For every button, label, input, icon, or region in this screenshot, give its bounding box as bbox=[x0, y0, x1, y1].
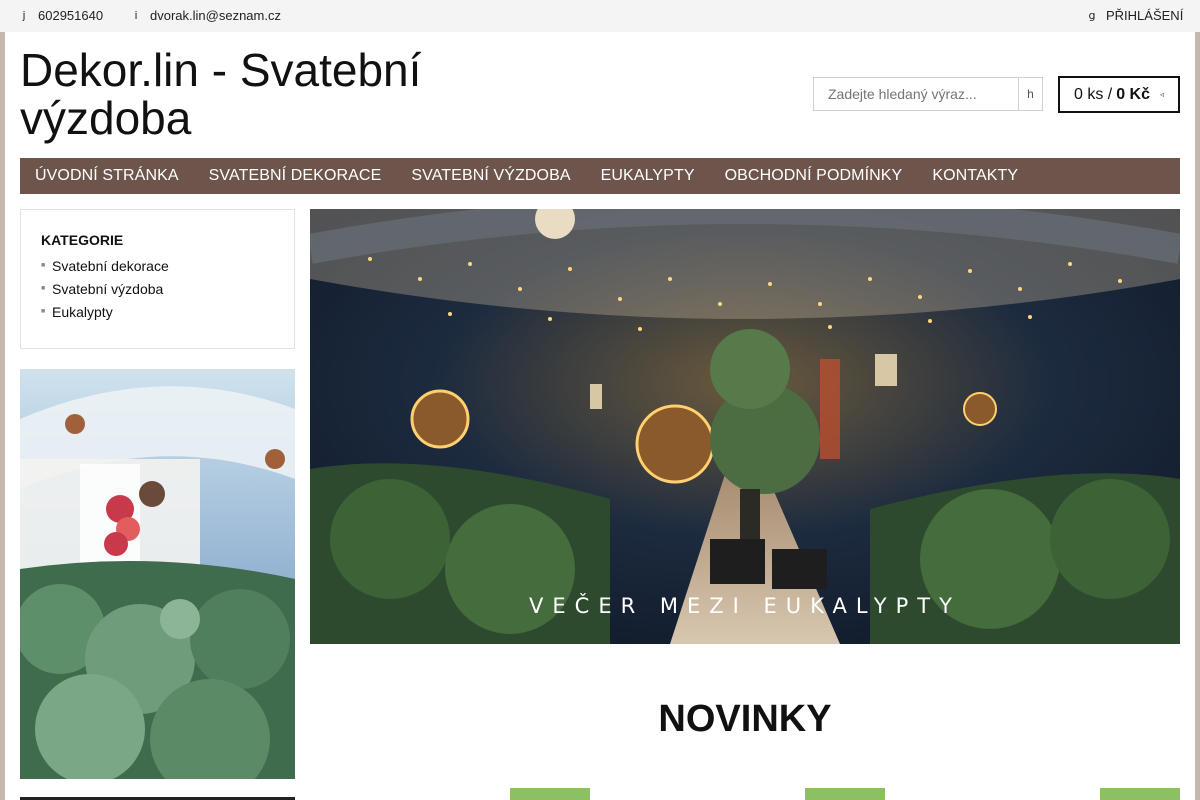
hero-banner[interactable]: VEČER MEZI EUKALYPTY bbox=[310, 209, 1180, 644]
login-link[interactable]: g PŘIHLÁŠENÍ bbox=[1088, 8, 1184, 23]
main-navigation: ÚVODNÍ STRÁNKA SVATEBNÍ DEKORACE SVATEBN… bbox=[20, 158, 1180, 194]
nav-item-contacts[interactable]: KONTAKTY bbox=[932, 167, 1018, 185]
category-label[interactable]: Eukalypty bbox=[52, 304, 113, 320]
cart-total: 0 Kč bbox=[1116, 85, 1150, 103]
category-label[interactable]: Svatební výzdoba bbox=[52, 281, 163, 297]
cart-count: 0 ks / bbox=[1073, 85, 1113, 103]
cart-button[interactable]: 0 ks / 0 Kč ◃ bbox=[1058, 76, 1180, 113]
bullet-icon: ■ bbox=[41, 285, 46, 292]
section-title-new-products: NOVINKY bbox=[658, 698, 832, 740]
greenhouse-photo bbox=[20, 369, 295, 779]
product-badge bbox=[510, 788, 590, 800]
hero-caption: VEČER MEZI EUKALYPTY bbox=[529, 594, 961, 618]
bullet-icon: ■ bbox=[41, 308, 46, 315]
product-badge bbox=[805, 788, 885, 800]
search-form: h bbox=[813, 77, 1043, 111]
bullet-icon: ■ bbox=[41, 262, 46, 269]
nav-item-wedding-decor[interactable]: SVATEBNÍ VÝZDOBA bbox=[411, 167, 570, 185]
search-input[interactable] bbox=[813, 77, 1019, 111]
cart-caret-icon: ◃ bbox=[1160, 90, 1165, 99]
category-list: ■ Svatební dekorace ■ Svatební výzdoba ■ Eu… bbox=[41, 254, 274, 323]
left-page-border bbox=[0, 32, 5, 800]
nav-item-home[interactable]: ÚVODNÍ STRÁNKA bbox=[35, 167, 179, 185]
email-contact[interactable]: i dvorak.lin@seznam.cz bbox=[132, 8, 281, 23]
category-heading: KATEGORIE bbox=[41, 232, 124, 248]
category-label[interactable]: Svatební dekorace bbox=[52, 258, 169, 274]
hero-photo bbox=[310, 209, 1180, 644]
email-icon: i bbox=[134, 9, 138, 22]
site-title[interactable]: Dekor.lin - Svatební výzdoba bbox=[20, 46, 490, 142]
sidebar-banner-image[interactable] bbox=[20, 369, 295, 779]
phone-contact[interactable]: j 602951640 bbox=[20, 8, 103, 23]
login-label[interactable]: PŘIHLÁŠENÍ bbox=[1106, 8, 1183, 23]
category-item[interactable]: ■ Svatební dekorace bbox=[41, 254, 274, 277]
search-icon: h bbox=[1027, 87, 1034, 101]
product-badge bbox=[1100, 788, 1180, 800]
phone-icon: j bbox=[22, 9, 26, 22]
email-address[interactable]: dvorak.lin@seznam.cz bbox=[150, 8, 281, 23]
top-bar: j 602951640 i dvorak.lin@seznam.cz g PŘI… bbox=[0, 0, 1200, 32]
category-box: KATEGORIE ■ Svatební dekorace ■ Svatební v… bbox=[20, 209, 295, 349]
nav-item-eucalyptus[interactable]: EUKALYPTY bbox=[601, 167, 695, 185]
phone-number[interactable]: 602951640 bbox=[38, 8, 103, 23]
nav-item-terms[interactable]: OBCHODNÍ PODMÍNKY bbox=[725, 167, 903, 185]
category-item[interactable]: ■ Svatební výzdoba bbox=[41, 277, 274, 300]
search-button[interactable]: h bbox=[1018, 77, 1043, 111]
nav-item-wedding-decorations[interactable]: SVATEBNÍ DEKORACE bbox=[209, 167, 382, 185]
right-page-border bbox=[1195, 32, 1200, 800]
category-item[interactable]: ■ Eukalypty bbox=[41, 300, 274, 323]
user-icon: g bbox=[1088, 9, 1096, 22]
